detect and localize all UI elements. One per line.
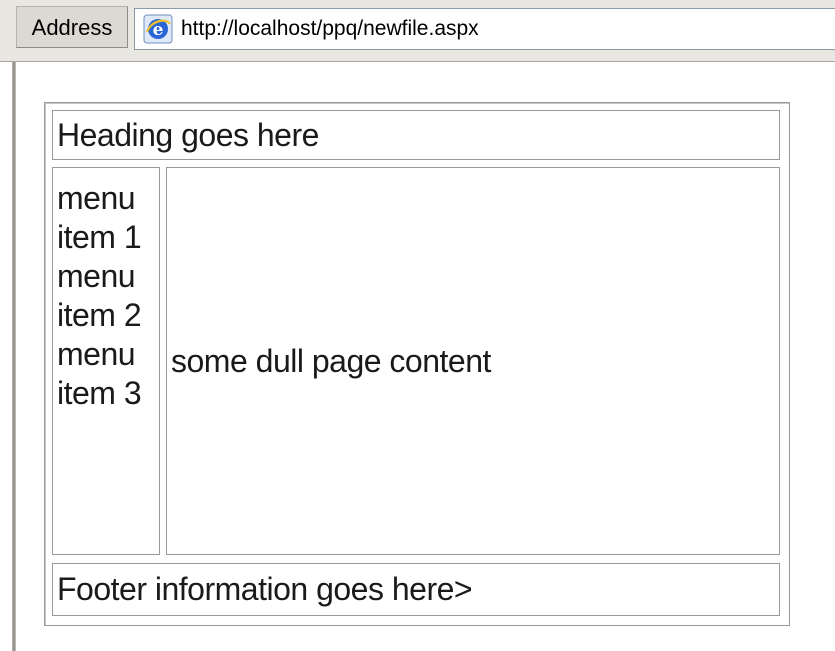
menu-item: menu item 2 [57, 258, 142, 333]
address-field[interactable]: e http://localhost/ppq/newfile.aspx [134, 8, 835, 50]
menu-item: menu item 3 [57, 336, 142, 411]
address-label: Address [16, 6, 128, 48]
heading-cell: Heading goes here [52, 110, 780, 160]
url-text[interactable]: http://localhost/ppq/newfile.aspx [181, 9, 479, 49]
ie-page-icon: e [143, 14, 173, 44]
content-cell: some dull page content [166, 167, 780, 555]
menu-cell: menu item 1 menu item 2 menu item 3 [52, 167, 160, 555]
page-viewport: Heading goes here menu item 1 menu item … [0, 62, 835, 651]
footer-cell: Footer information goes here> [52, 563, 780, 616]
page-content-text: some dull page content [171, 342, 491, 379]
menu-item: menu item 1 [57, 180, 142, 255]
layout-table: Heading goes here menu item 1 menu item … [44, 102, 790, 626]
address-bar: Address e http://localhost/ppq/newfile.a… [0, 0, 835, 62]
window-frame-edge [12, 62, 16, 651]
